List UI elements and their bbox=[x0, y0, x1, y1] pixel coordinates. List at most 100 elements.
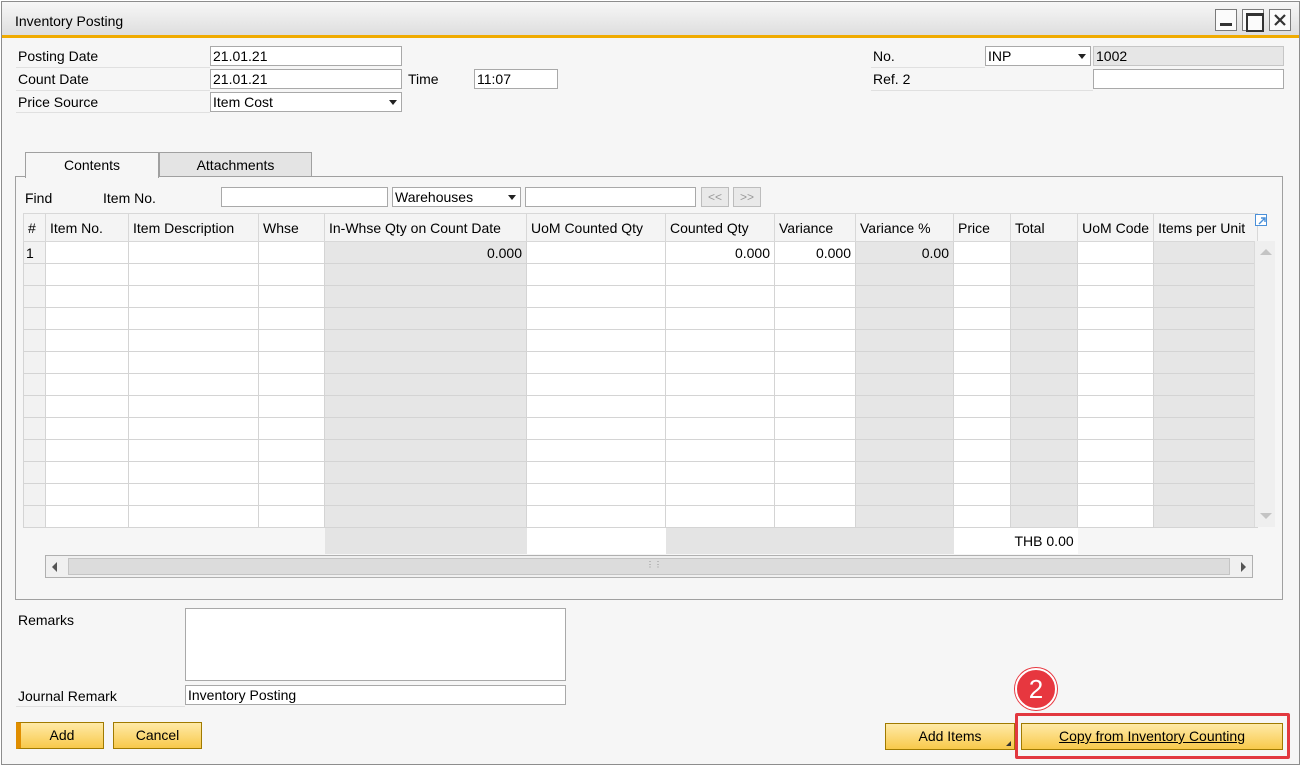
table-cell[interactable] bbox=[953, 395, 1011, 418]
column-header[interactable]: Total bbox=[1009, 213, 1079, 242]
count-date-field[interactable]: 21.01.21 bbox=[210, 69, 402, 89]
column-header[interactable]: Counted Qty bbox=[665, 213, 775, 242]
table-cell[interactable] bbox=[1077, 351, 1155, 374]
table-cell[interactable] bbox=[45, 417, 129, 440]
table-cell[interactable] bbox=[665, 351, 775, 374]
remarks-textarea[interactable] bbox=[185, 608, 566, 681]
table-cell[interactable] bbox=[774, 329, 856, 352]
close-icon[interactable] bbox=[1269, 9, 1291, 31]
minimize-icon[interactable] bbox=[1215, 9, 1237, 31]
table-cell[interactable] bbox=[1077, 395, 1155, 418]
table-cell[interactable] bbox=[1077, 329, 1155, 352]
table-cell[interactable] bbox=[774, 417, 856, 440]
table-cell[interactable] bbox=[128, 395, 259, 418]
table-cell[interactable] bbox=[774, 307, 856, 330]
table-cell[interactable] bbox=[526, 505, 666, 528]
previous-button[interactable]: << bbox=[701, 187, 729, 207]
item-no-cell[interactable] bbox=[45, 241, 129, 264]
table-row[interactable] bbox=[23, 307, 1259, 330]
table-cell[interactable] bbox=[45, 483, 129, 506]
table-cell[interactable] bbox=[1077, 263, 1155, 286]
table-row[interactable] bbox=[23, 417, 1259, 440]
table-cell[interactable] bbox=[774, 351, 856, 374]
table-cell[interactable] bbox=[526, 329, 666, 352]
table-cell[interactable] bbox=[774, 263, 856, 286]
ref2-field[interactable] bbox=[1093, 69, 1284, 89]
table-cell[interactable] bbox=[665, 439, 775, 462]
table-cell[interactable] bbox=[953, 505, 1011, 528]
table-row[interactable] bbox=[23, 351, 1259, 374]
table-row[interactable]: 1 0.000 0.000 0.000 0.00 bbox=[23, 241, 1259, 264]
expand-table-icon[interactable] bbox=[1255, 214, 1267, 226]
table-cell[interactable] bbox=[128, 263, 259, 286]
cancel-button[interactable]: Cancel bbox=[113, 722, 202, 749]
table-cell[interactable] bbox=[526, 395, 666, 418]
scroll-down-icon[interactable] bbox=[1260, 513, 1272, 519]
table-cell[interactable] bbox=[526, 461, 666, 484]
column-header[interactable]: In-Whse Qty on Count Date bbox=[324, 213, 527, 242]
table-cell[interactable] bbox=[953, 483, 1011, 506]
whse-cell[interactable] bbox=[258, 241, 325, 264]
table-cell[interactable] bbox=[953, 285, 1011, 308]
uom-code-cell[interactable] bbox=[1077, 241, 1155, 264]
table-cell[interactable] bbox=[45, 461, 129, 484]
column-header[interactable]: UoM Counted Qty bbox=[526, 213, 666, 242]
table-cell[interactable] bbox=[45, 373, 129, 396]
table-cell[interactable] bbox=[526, 285, 666, 308]
table-row[interactable] bbox=[23, 263, 1259, 286]
table-cell[interactable] bbox=[526, 263, 666, 286]
table-cell[interactable] bbox=[774, 439, 856, 462]
table-cell[interactable] bbox=[665, 285, 775, 308]
column-header[interactable]: Items per Unit bbox=[1153, 213, 1259, 242]
table-cell[interactable] bbox=[665, 395, 775, 418]
table-cell[interactable] bbox=[258, 285, 325, 308]
table-cell[interactable] bbox=[1077, 483, 1155, 506]
table-cell[interactable] bbox=[774, 483, 856, 506]
table-row[interactable] bbox=[23, 329, 1259, 352]
table-cell[interactable] bbox=[258, 373, 325, 396]
table-cell[interactable] bbox=[128, 417, 259, 440]
table-cell[interactable] bbox=[953, 307, 1011, 330]
table-cell[interactable] bbox=[128, 285, 259, 308]
table-cell[interactable] bbox=[526, 439, 666, 462]
table-row[interactable] bbox=[23, 373, 1259, 396]
table-cell[interactable] bbox=[953, 263, 1011, 286]
table-cell[interactable] bbox=[526, 483, 666, 506]
table-cell[interactable] bbox=[45, 285, 129, 308]
column-header[interactable]: UoM Code bbox=[1077, 213, 1155, 242]
table-cell[interactable] bbox=[258, 461, 325, 484]
table-cell[interactable] bbox=[953, 351, 1011, 374]
table-cell[interactable] bbox=[953, 461, 1011, 484]
item-description-cell[interactable] bbox=[128, 241, 259, 264]
no-series-select[interactable]: INP bbox=[985, 46, 1091, 66]
table-cell[interactable] bbox=[665, 329, 775, 352]
table-cell[interactable] bbox=[1077, 285, 1155, 308]
table-cell[interactable] bbox=[45, 395, 129, 418]
table-cell[interactable] bbox=[45, 329, 129, 352]
table-cell[interactable] bbox=[526, 307, 666, 330]
time-field[interactable]: 11:07 bbox=[474, 69, 558, 89]
table-cell[interactable] bbox=[45, 505, 129, 528]
table-row[interactable] bbox=[23, 505, 1259, 528]
table-cell[interactable] bbox=[258, 439, 325, 462]
table-cell[interactable] bbox=[526, 373, 666, 396]
table-cell[interactable] bbox=[774, 285, 856, 308]
table-cell[interactable] bbox=[526, 417, 666, 440]
table-cell[interactable] bbox=[128, 505, 259, 528]
table-cell[interactable] bbox=[665, 483, 775, 506]
uom-counted-qty-cell[interactable] bbox=[526, 241, 666, 264]
table-cell[interactable] bbox=[774, 505, 856, 528]
table-cell[interactable] bbox=[665, 263, 775, 286]
table-cell[interactable] bbox=[1077, 439, 1155, 462]
table-cell[interactable] bbox=[1077, 307, 1155, 330]
price-source-select[interactable]: Item Cost bbox=[210, 92, 402, 112]
table-cell[interactable] bbox=[45, 307, 129, 330]
table-cell[interactable] bbox=[258, 329, 325, 352]
column-header[interactable]: # bbox=[23, 213, 46, 242]
column-header[interactable]: Variance bbox=[774, 213, 856, 242]
table-cell[interactable] bbox=[258, 417, 325, 440]
scroll-up-icon[interactable] bbox=[1260, 249, 1272, 255]
table-cell[interactable] bbox=[953, 373, 1011, 396]
table-cell[interactable] bbox=[258, 351, 325, 374]
table-cell[interactable] bbox=[128, 329, 259, 352]
